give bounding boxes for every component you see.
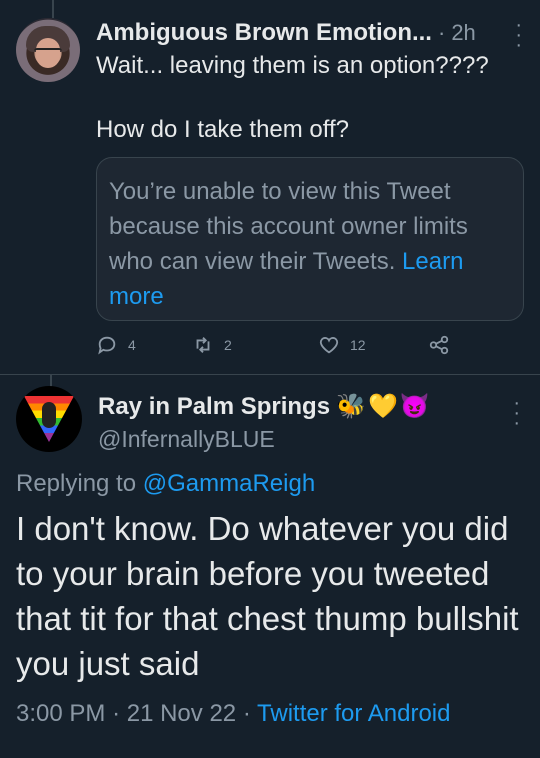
like-button[interactable]: 12 xyxy=(318,334,366,356)
author-name[interactable]: Ray in Palm Springs xyxy=(98,393,330,421)
thread-connector-top xyxy=(52,0,54,18)
more-vertical-icon[interactable]: · · · xyxy=(515,15,522,55)
reply-button[interactable]: 4 xyxy=(96,334,136,356)
more-vertical-icon[interactable]: · · · xyxy=(513,393,520,433)
tweet-divider xyxy=(0,374,540,375)
author-emojis: 🐝💛😈 xyxy=(336,393,432,420)
avatar-figure xyxy=(42,402,56,428)
avatar[interactable] xyxy=(16,18,80,82)
avatar-glasses xyxy=(34,48,62,56)
like-count: 12 xyxy=(350,337,366,353)
tweet-text: Wait... leaving them is an option???? Ho… xyxy=(96,50,489,146)
heart-icon xyxy=(319,337,339,354)
tweet-meta: 3:00 PM · 21 Nov 22 · Twitter for Androi… xyxy=(16,700,450,728)
tweet-actions: 4 2 12 xyxy=(96,334,456,362)
quoted-tweet-unavailable[interactable]: You’re unable to view this Tweet because… xyxy=(96,157,524,321)
tweet-text-line-1: Wait... leaving them is an option???? xyxy=(96,52,489,79)
share-icon xyxy=(429,335,449,355)
replying-prefix: Replying to xyxy=(16,470,137,497)
replying-mention-link[interactable]: @GammaReigh xyxy=(143,470,315,497)
tweet-text: I don't know. Do whatever you did to you… xyxy=(16,510,519,682)
reply-icon xyxy=(98,336,116,355)
tweet-header: Ray in Palm Springs 🐝💛😈 xyxy=(98,392,432,421)
avatar[interactable] xyxy=(16,386,82,452)
separator-dot: · xyxy=(112,700,121,727)
retweet-button[interactable]: 2 xyxy=(192,334,232,356)
reply-count: 4 xyxy=(128,337,136,353)
separator-dot: · xyxy=(437,20,446,45)
retweet-count: 2 xyxy=(224,337,232,353)
replying-to: Replying to @GammaReigh xyxy=(16,470,315,498)
author-handle[interactable]: @InfernallyBLUE xyxy=(98,426,275,453)
retweet-icon xyxy=(196,337,210,353)
separator-dot: · xyxy=(242,700,251,727)
tweet-date[interactable]: 21 Nov 22 xyxy=(127,700,236,727)
tweet-source-link[interactable]: Twitter for Android xyxy=(257,700,450,727)
tweet-time[interactable]: 3:00 PM xyxy=(16,700,105,727)
share-button[interactable] xyxy=(428,334,450,356)
tweet-text-line-2: How do I take them off? xyxy=(96,116,350,143)
author-name[interactable]: Ambiguous Brown Emotion... xyxy=(96,19,432,47)
tweet-time[interactable]: 2h xyxy=(451,20,475,46)
tweet-header: Ambiguous Brown Emotion... · 2h xyxy=(96,18,526,48)
